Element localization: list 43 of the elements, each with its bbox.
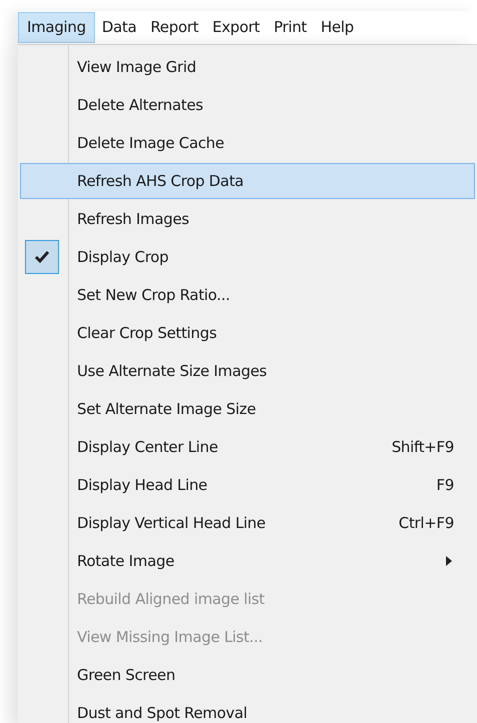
menu-bar-item[interactable]: Help — [314, 12, 361, 43]
menu-bar-item[interactable]: Export — [205, 12, 267, 43]
menu-item-label: Delete Alternates — [77, 96, 204, 114]
menu-item-label: Display Head Line — [77, 476, 208, 494]
menu-item[interactable]: Green Screen — [20, 657, 475, 693]
menu-bar-item[interactable]: Data — [94, 12, 144, 43]
menu-item-label: Refresh Images — [77, 210, 190, 228]
menu-item[interactable]: Display Vertical Head Line Ctrl+F9 — [20, 505, 475, 541]
menu-item[interactable]: Delete Alternates — [20, 87, 475, 123]
menu-item-label: Use Alternate Size Images — [77, 362, 268, 380]
menu-item[interactable]: Delete Image Cache — [20, 125, 475, 161]
menu-bar-item[interactable]: Print — [266, 12, 314, 43]
shortcut-label: F9 — [436, 476, 454, 494]
menu-item-label: Rebuild Aligned image list — [77, 590, 266, 608]
menu-item-label: View Missing Image List... — [77, 628, 264, 646]
menu-item[interactable]: Clear Crop Settings — [20, 315, 475, 351]
menu-item[interactable]: Display Crop — [20, 239, 475, 275]
menu-item-label: Display Vertical Head Line — [77, 514, 266, 532]
shortcut-label: Ctrl+F9 — [398, 514, 454, 532]
menu-item[interactable]: Display Head Line F9 — [20, 467, 475, 503]
menu-item-label: Display Center Line — [77, 438, 219, 456]
menu-item-label: Set New Crop Ratio... — [77, 286, 231, 304]
menu-item-label: Delete Image Cache — [77, 134, 226, 152]
menu-item-label: Display Crop — [77, 248, 170, 266]
menu-item-label: Green Screen — [77, 666, 176, 684]
menu-item[interactable]: Refresh AHS Crop Data — [20, 163, 475, 199]
menu-item[interactable]: Rotate Image — [20, 543, 475, 579]
menu-bar-item[interactable]: Imaging — [18, 12, 95, 43]
menu-item[interactable]: Set Alternate Image Size — [20, 391, 475, 427]
menu-item-label: Rotate Image — [77, 552, 176, 570]
menu-item[interactable]: Refresh Images — [20, 201, 475, 237]
menu-bar-item[interactable]: Report — [143, 12, 206, 43]
menu-item[interactable]: Display Center Line Shift+F9 — [20, 429, 475, 465]
menu-item-label: Set Alternate Image Size — [77, 400, 257, 418]
shortcut-label: Shift+F9 — [392, 438, 454, 456]
menu-item[interactable]: Use Alternate Size Images — [20, 353, 475, 389]
menu-item-label: View Image Grid — [77, 58, 198, 76]
menu-item-label: Clear Crop Settings — [77, 324, 218, 342]
menu-item[interactable]: View Image Grid — [20, 49, 475, 85]
menu-item-label: Refresh AHS Crop Data — [77, 172, 245, 190]
menu-item[interactable]: Dust and Spot Removal — [20, 695, 475, 723]
menu-item[interactable]: Set New Crop Ratio... — [20, 277, 475, 313]
menu-item-label: Dust and Spot Removal — [77, 704, 248, 722]
